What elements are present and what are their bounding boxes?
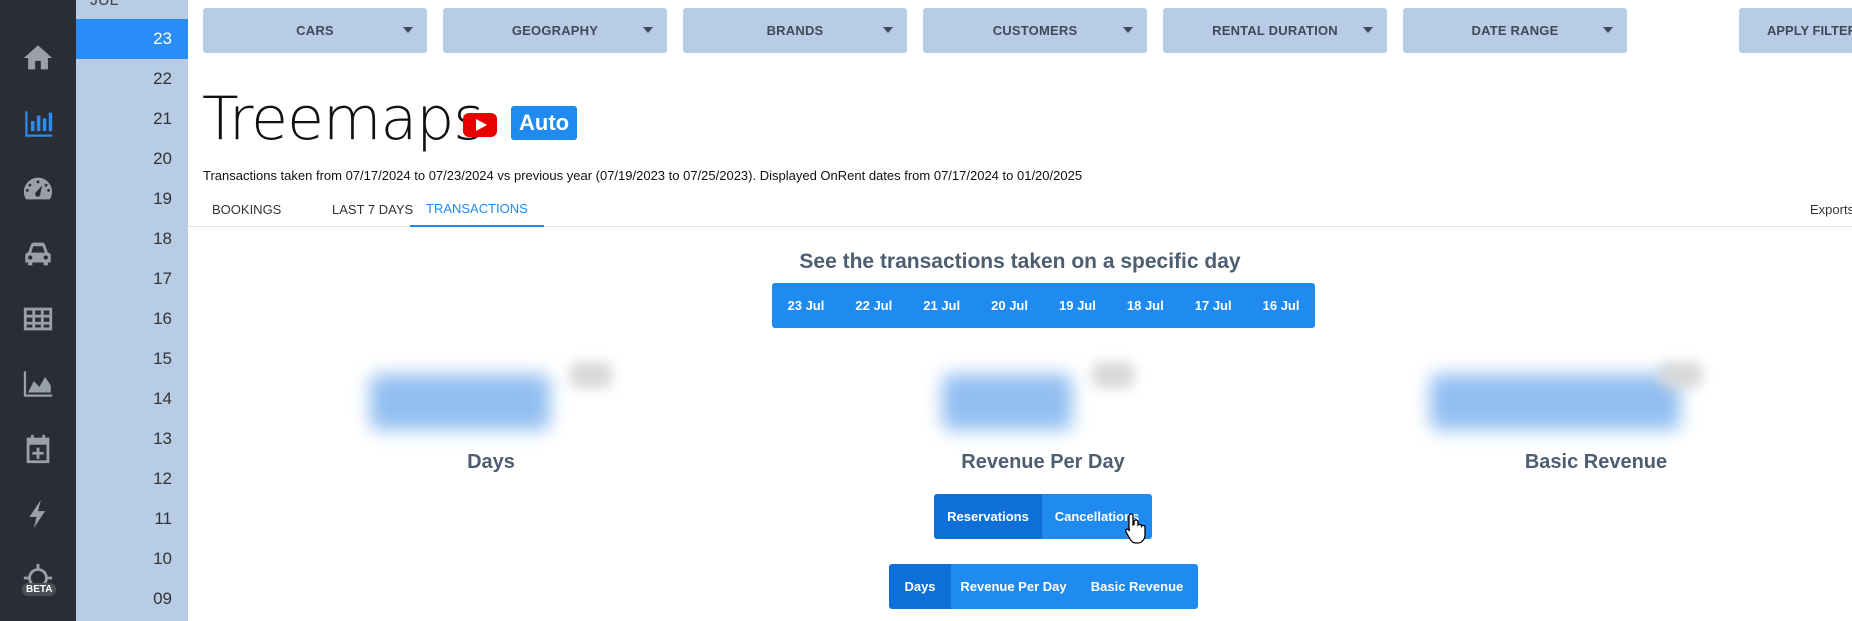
metric-toggle: Days Revenue Per Day Basic Revenue [889,564,1198,609]
blurred-change-badge [570,362,612,388]
day-button[interactable]: 21 Jul [908,283,976,328]
filter-cars-dropdown[interactable]: CARS [203,8,427,53]
day-item[interactable]: 13 [76,419,188,459]
tab-bookings[interactable]: BOOKINGS [196,192,297,227]
day-item[interactable]: 19 [76,179,188,219]
metric-label-days: Days [467,451,515,473]
dashboard-gauge-icon[interactable] [0,169,76,209]
day-item[interactable]: 11 [76,499,188,539]
tab-transactions[interactable]: TRANSACTIONS [410,192,544,227]
reservations-button[interactable]: Reservations [934,494,1042,539]
month-label: JUL [90,0,119,9]
area-chart-icon[interactable] [0,364,76,404]
table-grid-icon[interactable] [0,299,76,339]
revenue-per-day-button[interactable]: Revenue Per Day [951,564,1076,609]
day-button[interactable]: 20 Jul [976,283,1044,328]
beta-badge: BETA [22,583,57,596]
icon-sidebar: BETA [0,0,76,621]
caret-down-icon [1123,27,1133,33]
day-item[interactable]: 09 [76,579,188,619]
day-item[interactable]: 12 [76,459,188,499]
blurred-change-badge [1092,362,1134,388]
caret-down-icon [1363,27,1373,33]
blurred-value [1430,374,1680,430]
filter-label: DATE RANGE [1471,23,1559,38]
day-button[interactable]: 22 Jul [840,283,908,328]
date-range-description: Transactions taken from 07/17/2024 to 07… [203,168,1083,183]
day-button[interactable]: 23 Jul [772,283,840,328]
filter-label: RENTAL DURATION [1212,23,1338,38]
day-item[interactable]: 18 [76,219,188,259]
filter-label: BRANDS [766,23,824,38]
days-button[interactable]: Days [889,564,951,609]
day-button[interactable]: 19 Jul [1044,283,1112,328]
hand-pointer-cursor-icon [1125,513,1146,544]
day-button[interactable]: 17 Jul [1179,283,1247,328]
specific-day-button-group: 23 Jul 22 Jul 21 Jul 20 Jul 19 Jul 18 Ju… [772,283,1315,328]
day-item[interactable]: 10 [76,539,188,579]
lightning-icon[interactable] [0,494,76,534]
filter-rental-duration-dropdown[interactable]: RENTAL DURATION [1163,8,1387,53]
metric-label-revenue-per-day: Revenue Per Day [961,451,1125,473]
reservations-cancellations-toggle: Reservations Cancellations [934,494,1152,539]
caret-down-icon [643,27,653,33]
exports-link[interactable]: Exports [1810,202,1852,217]
auto-badge[interactable]: Auto [511,106,578,140]
caret-down-icon [1603,27,1613,33]
home-icon[interactable] [0,38,76,78]
blurred-change-badge [1660,362,1702,388]
day-item[interactable]: 15 [76,339,188,379]
caret-down-icon [883,27,893,33]
day-item[interactable]: 14 [76,379,188,419]
day-selector: JUL 23 22 21 20 19 18 17 16 15 14 13 12 … [76,0,188,621]
metric-revenue-per-day-value-blurred [942,356,1142,451]
day-item[interactable]: 21 [76,99,188,139]
blurred-value [370,374,550,430]
basic-revenue-button[interactable]: Basic Revenue [1076,564,1198,609]
blurred-value [942,374,1072,430]
metric-basic-revenue-value-blurred [1430,356,1710,451]
bar-chart-icon[interactable] [0,104,76,144]
filter-customers-dropdown[interactable]: CUSTOMERS [923,8,1147,53]
calendar-add-icon[interactable] [0,429,76,469]
apply-filters-button[interactable]: APPLY FILTERS [1739,8,1852,53]
youtube-icon[interactable] [463,113,497,137]
day-item[interactable]: 17 [76,259,188,299]
metric-days-value-blurred [370,356,620,451]
day-item[interactable]: 16 [76,299,188,339]
filter-label: CUSTOMERS [992,23,1078,38]
caret-down-icon [403,27,413,33]
day-button[interactable]: 16 Jul [1247,283,1315,328]
metric-label-basic-revenue: Basic Revenue [1524,451,1668,473]
filter-geography-dropdown[interactable]: GEOGRAPHY [443,8,667,53]
filter-label: GEOGRAPHY [511,23,599,38]
car-icon[interactable] [0,234,76,274]
page-title: Treemaps [202,84,485,154]
day-item[interactable]: 20 [76,139,188,179]
filter-label: CARS [296,23,334,38]
day-item[interactable]: 22 [76,59,188,99]
app-root: BETA JUL 23 22 21 20 19 18 17 16 15 14 1… [0,0,1852,621]
tab-bar: BOOKINGS LAST 7 DAYS TRANSACTIONS [188,192,1852,227]
filter-brands-dropdown[interactable]: BRANDS [683,8,907,53]
filter-date-range-dropdown[interactable]: DATE RANGE [1403,8,1627,53]
day-button[interactable]: 18 Jul [1111,283,1179,328]
day-item[interactable]: 23 [76,19,188,59]
specific-day-heading: See the transactions taken on a specific… [799,250,1241,273]
